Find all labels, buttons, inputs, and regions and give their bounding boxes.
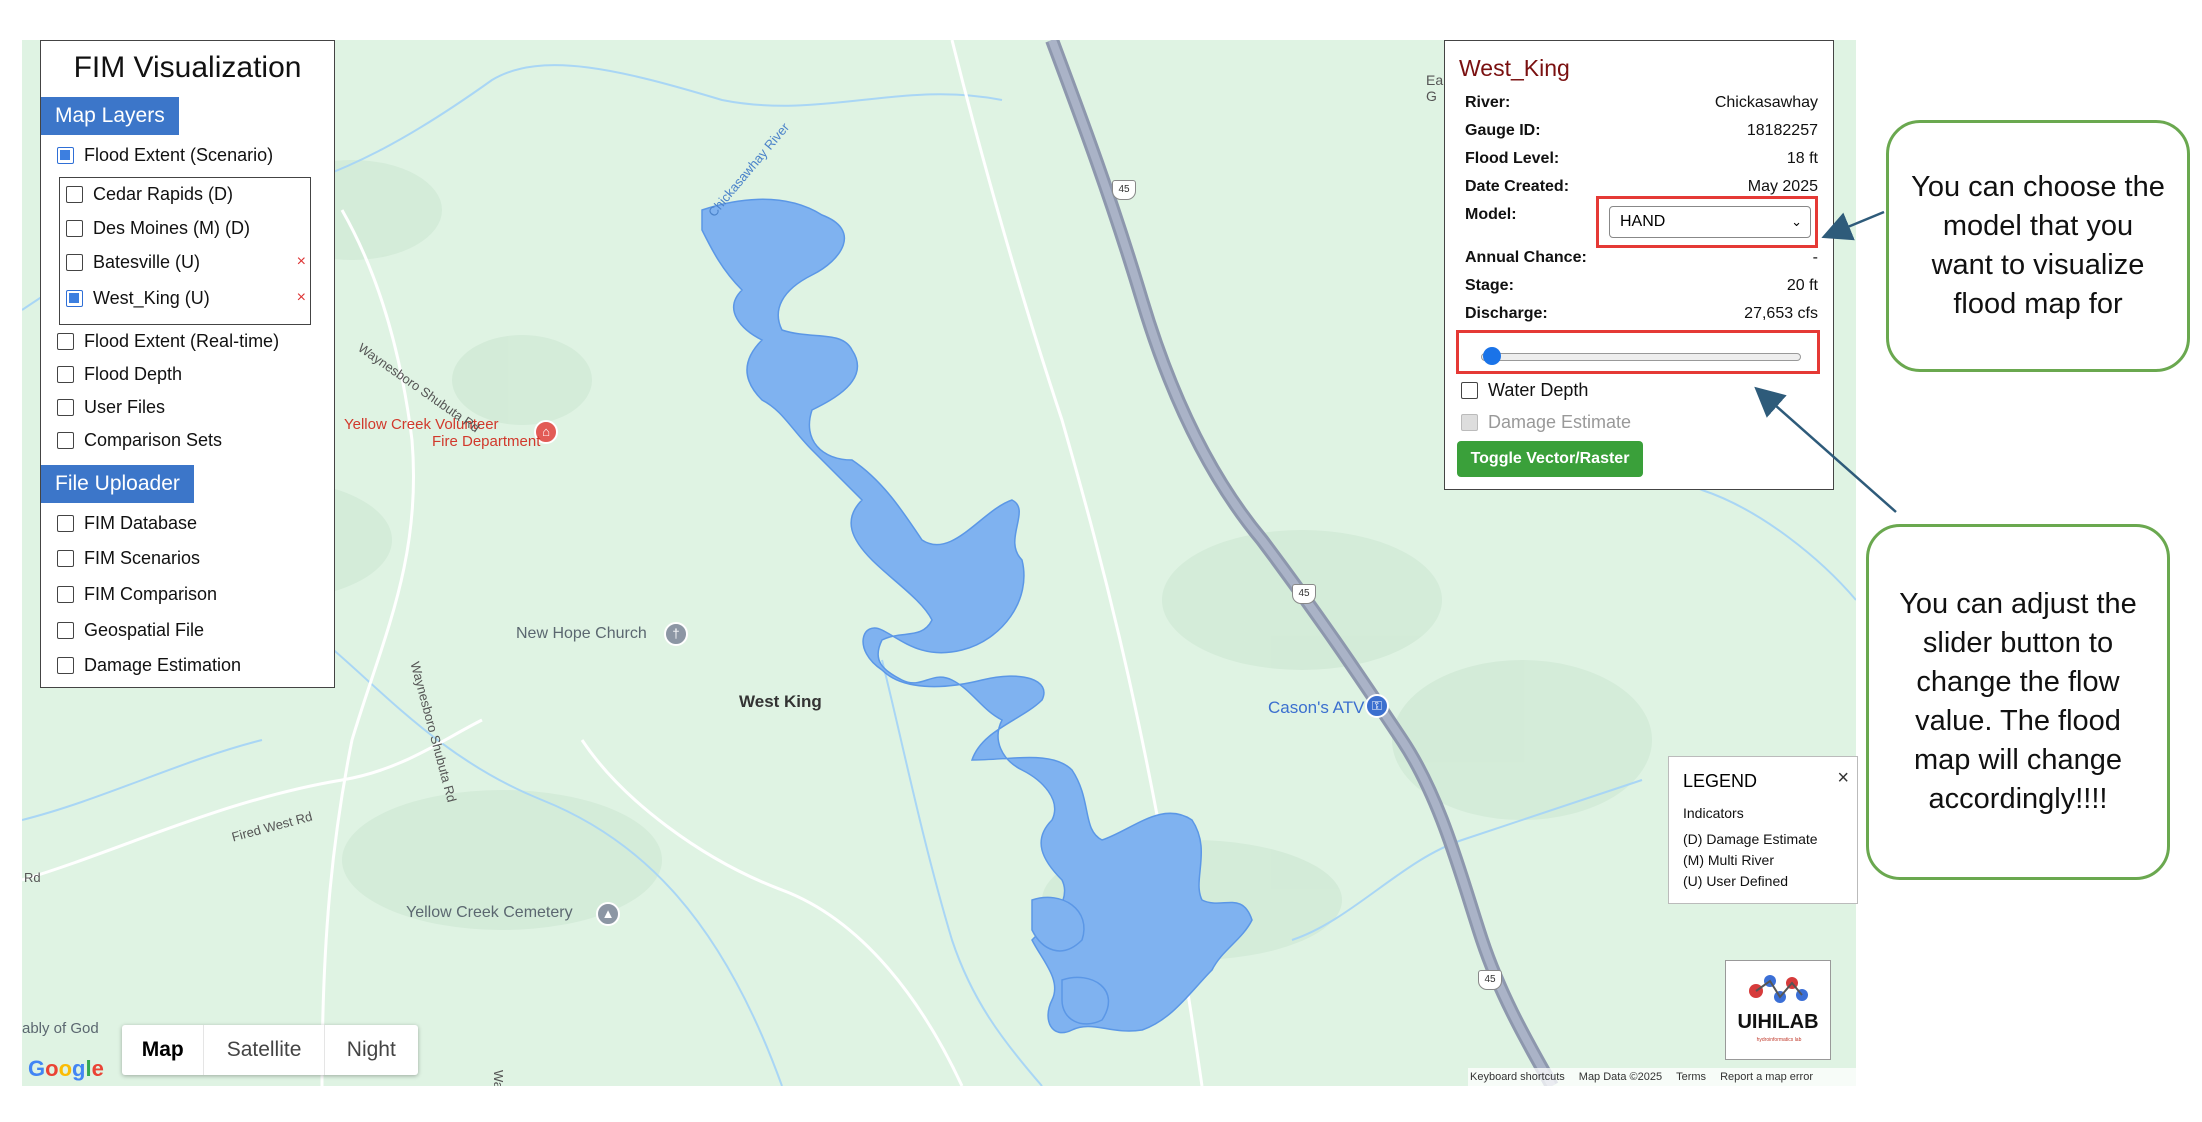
map-attribution-bar: Keyboard shortcuts Map Data ©2025 Terms …: [1468, 1068, 1856, 1086]
legend-item: (D) Damage Estimate: [1683, 831, 1818, 847]
uihilab-logo: UIHILAB hydroinformatics lab: [1725, 960, 1831, 1060]
keyboard-shortcuts-link[interactable]: Keyboard shortcuts: [1470, 1071, 1565, 1083]
legend-item: (M) Multi River: [1683, 852, 1774, 868]
legend-title: LEGEND: [1683, 771, 1758, 791]
legend-item: (U) User Defined: [1683, 873, 1789, 889]
logo-text: UIHILAB: [1737, 1011, 1819, 1033]
legend-box: LEGEND × Indicators (D) Damage Estimate …: [1668, 756, 1858, 904]
google-logo[interactable]: Google: [28, 1056, 104, 1082]
legend-subtitle: Indicators: [1683, 805, 1744, 821]
callout-slider-text: You can adjust the slider button to chan…: [1899, 588, 2137, 815]
arrow-to-slider: [1754, 386, 1897, 513]
close-icon[interactable]: ×: [1837, 767, 1849, 790]
report-error-link[interactable]: Report a map error: [1720, 1071, 1813, 1083]
callout-model: You can choose the model that you want t…: [1886, 120, 2190, 372]
map-type-satellite-button[interactable]: Satellite: [204, 1025, 325, 1075]
map-type-night-button[interactable]: Night: [325, 1025, 418, 1075]
map-type-control: Map Satellite Night: [122, 1025, 418, 1075]
terms-link[interactable]: Terms: [1676, 1071, 1706, 1083]
map-data-text: Map Data ©2025: [1578, 1071, 1663, 1083]
uihilab-logo-icon: [1749, 975, 1808, 1003]
callout-slider: You can adjust the slider button to chan…: [1866, 524, 2170, 880]
logo-tagline: hydroinformatics lab: [1756, 1037, 1802, 1043]
callout-model-text: You can choose the model that you want t…: [1911, 171, 2165, 320]
arrow-to-model: [1821, 210, 1885, 241]
map-type-map-button[interactable]: Map: [122, 1025, 205, 1075]
